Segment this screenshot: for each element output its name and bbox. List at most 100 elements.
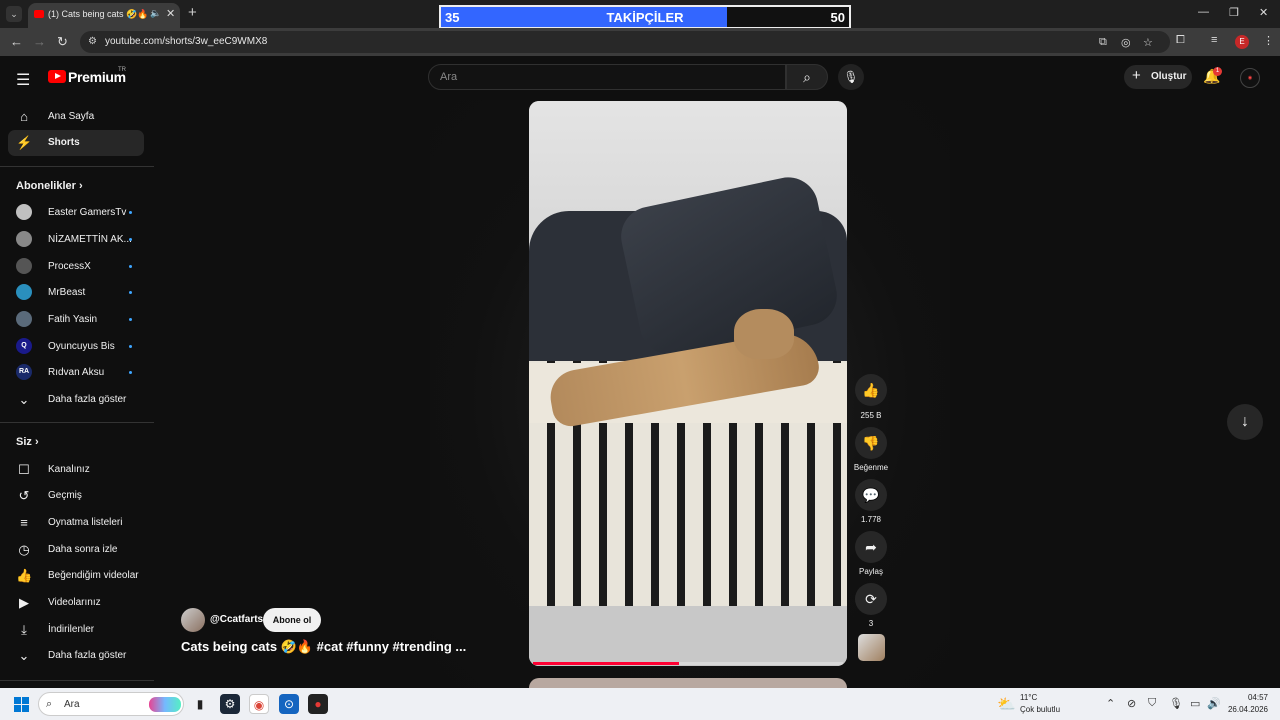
new-tab-button[interactable]: +: [188, 4, 197, 21]
chevron-down-icon: ⌄: [18, 392, 30, 407]
reload-icon[interactable]: ↻: [57, 34, 68, 50]
bookmark-star-icon[interactable]: ☆: [1143, 36, 1153, 49]
youtube-logo-icon[interactable]: [48, 70, 66, 83]
sidebar-item-label: Beğendiğim videolar: [48, 570, 139, 581]
share-button[interactable]: ➦: [855, 531, 887, 563]
sidebar-sub-mrbeast[interactable]: MrBeast: [8, 280, 144, 306]
steam-icon[interactable]: ⚙: [220, 694, 240, 714]
playlist-icon: ≡: [20, 515, 28, 530]
sidebar-item-label: ProcessX: [48, 261, 91, 272]
voice-search-button[interactable]: 🎙: [838, 64, 864, 90]
clock-time[interactable]: 04:57: [1230, 693, 1268, 702]
sidebar-item-your-channel[interactable]: ☐ Kanalınız: [8, 457, 144, 483]
tray-overflow-icon[interactable]: ⌃: [1106, 697, 1115, 710]
browser-toolbar: ← → ↻ ⚙ youtube.com/shorts/3w_eeC9WMX8 ⧉…: [0, 28, 1280, 56]
eye-off-icon[interactable]: ◎: [1121, 36, 1131, 49]
dislike-button[interactable]: 👎: [855, 427, 887, 459]
cast-icon[interactable]: ⧉: [1099, 36, 1107, 49]
address-bar[interactable]: ⚙ youtube.com/shorts/3w_eeC9WMX8 ⧉ ◎ ☆: [80, 31, 1170, 53]
media-controls-icon[interactable]: ≡: [1211, 34, 1217, 46]
tray-volume-icon[interactable]: 🔊: [1207, 697, 1221, 710]
app-icon[interactable]: ⊙: [279, 694, 299, 714]
weather-condition[interactable]: Çok bulutlu: [1020, 705, 1060, 714]
create-label: Oluştur: [1151, 71, 1187, 82]
sidebar-sub-ridvan-aksu[interactable]: RA Rıdvan Aksu: [8, 360, 144, 386]
subscriptions-heading[interactable]: Abonelikler ›: [16, 180, 83, 192]
next-short-preview[interactable]: [529, 678, 847, 688]
sidebar-item-history[interactable]: ↺ Geçmiş: [8, 483, 144, 509]
task-view-icon[interactable]: ▮: [190, 694, 210, 714]
weather-cloud-icon[interactable]: ⛅: [997, 695, 1016, 713]
back-arrow-icon[interactable]: ←: [10, 34, 23, 49]
tray-security-icon[interactable]: ⛉: [1148, 697, 1156, 710]
clock-icon: ◷: [18, 542, 30, 557]
taskbar-search[interactable]: ⌕ Ara: [38, 692, 184, 716]
sidebar-item-home[interactable]: ⌂ Ana Sayfa: [8, 104, 144, 130]
sidebar-sub-processx[interactable]: ProcessX: [8, 254, 144, 280]
sidebar-item-playlists[interactable]: ≡ Oynatma listeleri: [8, 510, 144, 536]
video-icon: ▶: [19, 595, 29, 610]
remix-button[interactable]: ⟳: [855, 583, 887, 615]
sidebar-sub-easter-gamerstv[interactable]: Easter GamersTv: [8, 200, 144, 226]
sidebar-sub-fatih-yasin[interactable]: Fatih Yasin: [8, 307, 144, 333]
sidebar-show-more-you[interactable]: ⌄ Daha fazla göster: [8, 643, 144, 669]
like-button[interactable]: 👍: [855, 374, 887, 406]
channel-avatar[interactable]: [181, 608, 205, 632]
search-button[interactable]: ⌕: [786, 64, 828, 90]
weather-temperature[interactable]: 11°C: [1020, 693, 1037, 702]
sidebar-sub-oyuncuyus-bis[interactable]: Q Oyuncuyus Bis: [8, 334, 144, 360]
forward-arrow-icon[interactable]: →: [33, 34, 46, 49]
tab-close-icon[interactable]: ✕: [166, 7, 175, 20]
shorts-video-player[interactable]: [529, 101, 847, 666]
sidebar-sub-nizamettin[interactable]: NİZAMETTİN AK...: [8, 227, 144, 253]
sidebar-item-label: Oyuncuyus Bis: [48, 341, 115, 352]
subscribe-button[interactable]: Abone ol: [263, 608, 321, 632]
next-short-button[interactable]: ↓: [1227, 404, 1263, 440]
short-title[interactable]: Cats being cats 🤣🔥 #cat #funny #trending…: [181, 639, 466, 655]
tray-microphone-icon[interactable]: 🎙: [1169, 697, 1183, 710]
comments-button[interactable]: 💬: [855, 479, 887, 511]
sidebar-item-downloads[interactable]: ⤓ İndirilenler: [8, 617, 144, 643]
video-frame-cat-head: [734, 309, 794, 359]
restore-icon[interactable]: ❐: [1229, 6, 1239, 19]
chrome-icon[interactable]: ◉: [249, 694, 269, 714]
sidebar-divider: [0, 422, 154, 423]
you-heading[interactable]: Siz ›: [16, 436, 39, 448]
search-input[interactable]: Ara: [428, 64, 786, 90]
tray-network-off-icon[interactable]: ⊘: [1127, 697, 1136, 710]
site-info-icon[interactable]: ⚙: [88, 36, 97, 47]
sidebar-item-liked-videos[interactable]: 👍 Beğendiğim videolar: [8, 563, 144, 589]
minimize-icon[interactable]: —: [1198, 6, 1209, 18]
sound-thumbnail[interactable]: [858, 634, 885, 661]
tab-youtube-short[interactable]: (1) Cats being cats 🤣🔥 #cat 🔈 ✕: [28, 3, 180, 28]
account-avatar[interactable]: ◉: [1240, 68, 1260, 88]
channel-avatar: Q: [16, 338, 32, 354]
clock-date[interactable]: 26.04.2026: [1222, 705, 1268, 714]
home-icon: ⌂: [20, 109, 28, 124]
extensions-icon[interactable]: ⧠: [1176, 34, 1185, 47]
tray-display-icon[interactable]: ▭: [1190, 697, 1200, 710]
new-content-dot: [129, 291, 132, 294]
sidebar-item-your-videos[interactable]: ▶ Videolarınız: [8, 590, 144, 616]
sidebar-item-shorts[interactable]: ⚡ Shorts: [8, 130, 144, 156]
sidebar: ⌂ Ana Sayfa ⚡ Shorts Abonelikler › Easte…: [0, 100, 154, 688]
channel-name[interactable]: @Ccatfarts: [210, 614, 263, 625]
create-button[interactable]: + Oluştur: [1124, 65, 1192, 89]
menu-hamburger-icon[interactable]: ☰: [16, 70, 30, 90]
windows-start-icon[interactable]: [14, 697, 29, 712]
chevron-right-icon: ›: [34, 436, 39, 448]
url-text[interactable]: youtube.com/shorts/3w_eeC9WMX8: [105, 36, 267, 47]
browser-profile-avatar[interactable]: E: [1235, 35, 1249, 49]
chrome-menu-icon[interactable]: ⋮: [1263, 34, 1274, 47]
window-close-icon[interactable]: ✕: [1259, 6, 1268, 19]
sidebar-item-label: Daha sonra izle: [48, 544, 118, 555]
sidebar-show-more-subscriptions[interactable]: ⌄ Daha fazla göster: [8, 387, 144, 413]
tab-audio-icon[interactable]: 🔈: [150, 8, 161, 19]
channel-avatar: [16, 204, 32, 220]
obs-icon[interactable]: ●: [308, 694, 328, 714]
tab-search-chevron-icon[interactable]: ⌄: [6, 6, 22, 22]
video-progress-track[interactable]: [533, 662, 843, 665]
remix-count: 3: [868, 619, 874, 628]
comment-icon: 💬: [862, 487, 880, 503]
sidebar-item-watch-later[interactable]: ◷ Daha sonra izle: [8, 537, 144, 563]
